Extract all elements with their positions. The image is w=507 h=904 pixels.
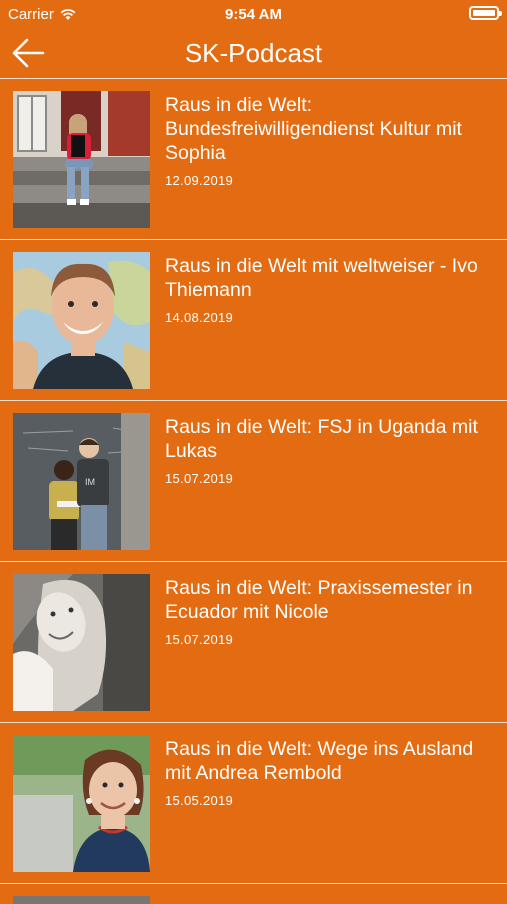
episode-date: 14.08.2019 bbox=[165, 310, 234, 325]
episode-item[interactable]: Raus in die Welt: Bundesfreiwilligendien… bbox=[0, 79, 507, 240]
episode-item[interactable]: Raus in die Welt mit weltweiser - Ivo Th… bbox=[0, 240, 507, 401]
episode-date: 15.07.2019 bbox=[165, 632, 234, 647]
episode-date: 15.05.2019 bbox=[165, 793, 234, 808]
episode-title: Raus in die Welt: Bundesfreiwilligendien… bbox=[165, 94, 462, 164]
episode-list: Raus in die Welt: Bundesfreiwilligendien… bbox=[0, 79, 507, 904]
episode-item[interactable]: Raus in die Welt: Wege ins Ausland mit A… bbox=[0, 723, 507, 884]
episode-thumbnail bbox=[13, 735, 150, 872]
episode-thumbnail bbox=[13, 252, 150, 389]
episode-thumbnail bbox=[13, 91, 150, 228]
episode-title: Raus in die Welt: Praxissemester in Ecua… bbox=[165, 577, 473, 623]
episode-date: 12.09.2019 bbox=[165, 173, 234, 188]
episode-item[interactable]: Raus in die Welt: Praxissemester in Ecua… bbox=[0, 562, 507, 723]
svg-text:IM: IM bbox=[85, 477, 95, 487]
episode-title: Raus in die Welt: Wege ins Ausland mit A… bbox=[165, 738, 474, 784]
status-bar: Carrier 9:54 AM bbox=[0, 0, 507, 28]
episode-thumbnail bbox=[13, 574, 150, 711]
episode-title: Raus in die Welt: FSJ in Uganda mit Luka… bbox=[165, 416, 478, 462]
episode-thumbnail bbox=[13, 896, 150, 904]
episode-item-partial[interactable] bbox=[0, 884, 507, 904]
episode-date: 15.07.2019 bbox=[165, 471, 234, 486]
episode-item[interactable]: IM Raus in die Welt: FSJ in Uganda mit L… bbox=[0, 401, 507, 562]
navigation-bar: SK-Podcast bbox=[0, 28, 507, 79]
battery-icon bbox=[469, 6, 502, 20]
status-time: 9:54 AM bbox=[225, 6, 282, 23]
episode-thumbnail: IM bbox=[13, 413, 150, 550]
page-title: SK-Podcast bbox=[184, 38, 323, 68]
episode-title: Raus in die Welt mit weltweiser - Ivo Th… bbox=[165, 255, 478, 301]
